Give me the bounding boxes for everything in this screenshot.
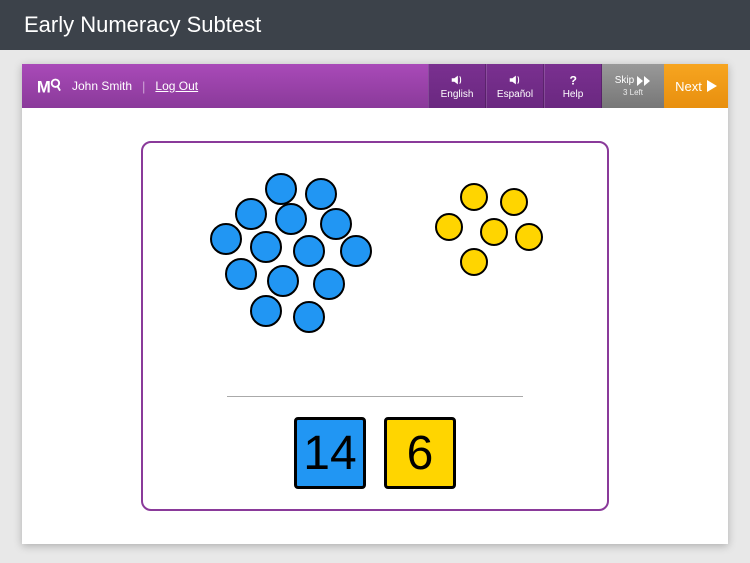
blue-dot bbox=[293, 235, 325, 267]
yellow-dot bbox=[460, 183, 488, 211]
divider: | bbox=[142, 79, 145, 94]
blue-dot bbox=[340, 235, 372, 267]
page-title: Early Numeracy Subtest bbox=[0, 0, 750, 50]
blue-dot bbox=[250, 231, 282, 263]
blue-dot bbox=[313, 268, 345, 300]
help-icon: ? bbox=[566, 73, 580, 87]
app-logo-icon: M bbox=[34, 72, 62, 100]
blue-dot bbox=[267, 265, 299, 297]
logout-link[interactable]: Log Out bbox=[155, 79, 198, 93]
english-audio-button[interactable]: English bbox=[428, 64, 486, 108]
blue-dot bbox=[275, 203, 307, 235]
yellow-dot bbox=[480, 218, 508, 246]
blue-dot-cluster bbox=[205, 173, 395, 343]
help-button[interactable]: ? Help bbox=[544, 64, 602, 108]
blue-dot bbox=[250, 295, 282, 327]
blue-dot bbox=[293, 301, 325, 333]
content-area: 14 6 bbox=[22, 108, 728, 544]
answer-choices: 14 6 bbox=[294, 417, 456, 489]
skip-remaining: 3 Left bbox=[623, 88, 643, 97]
blue-dot bbox=[320, 208, 352, 240]
svg-text:?: ? bbox=[570, 73, 577, 87]
skip-label: Skip bbox=[615, 75, 634, 86]
blue-dot bbox=[210, 223, 242, 255]
divider-line bbox=[227, 396, 524, 397]
toolbar-left: M John Smith | Log Out bbox=[22, 64, 428, 108]
yellow-dot bbox=[515, 223, 543, 251]
yellow-dot bbox=[435, 213, 463, 241]
yellow-dot-cluster bbox=[425, 183, 545, 293]
answer-tile-6[interactable]: 6 bbox=[384, 417, 456, 489]
play-icon bbox=[707, 80, 717, 92]
dots-area bbox=[205, 173, 545, 388]
blue-dot bbox=[305, 178, 337, 210]
user-name: John Smith bbox=[72, 79, 132, 93]
question-card: 14 6 bbox=[141, 141, 609, 511]
sound-icon bbox=[508, 73, 522, 87]
fast-forward-icon bbox=[637, 76, 651, 86]
next-button[interactable]: Next bbox=[664, 64, 728, 108]
blue-dot bbox=[235, 198, 267, 230]
blue-dot bbox=[225, 258, 257, 290]
svg-text:M: M bbox=[37, 78, 51, 97]
espanol-audio-button[interactable]: Español bbox=[486, 64, 544, 108]
app-window: M John Smith | Log Out English Español ?… bbox=[22, 64, 728, 544]
next-label: Next bbox=[675, 79, 702, 94]
skip-button[interactable]: Skip 3 Left bbox=[602, 64, 664, 108]
english-label: English bbox=[441, 89, 474, 100]
sound-icon bbox=[450, 73, 464, 87]
yellow-dot bbox=[500, 188, 528, 216]
answer-tile-14[interactable]: 14 bbox=[294, 417, 366, 489]
help-label: Help bbox=[563, 89, 584, 100]
toolbar: M John Smith | Log Out English Español ?… bbox=[22, 64, 728, 108]
yellow-dot bbox=[460, 248, 488, 276]
blue-dot bbox=[265, 173, 297, 205]
espanol-label: Español bbox=[497, 89, 533, 100]
